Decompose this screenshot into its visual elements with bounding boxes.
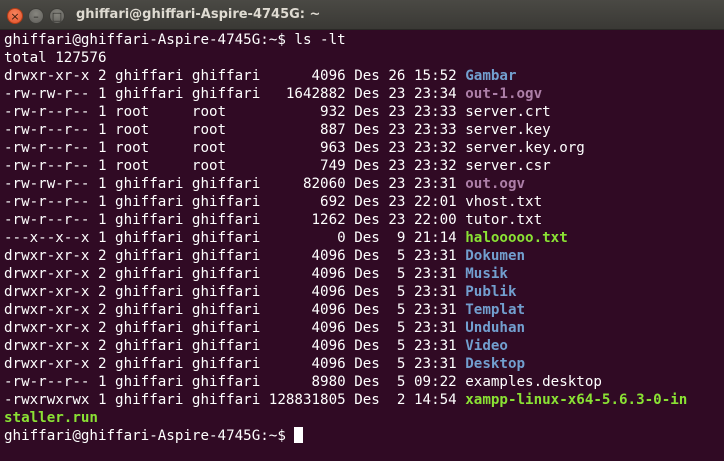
listing-row: drwxr-xr-x 2 ghiffari ghiffari 4096 Des … (4, 337, 724, 355)
file-name: Publik (465, 284, 517, 300)
file-info: -rw-r--r-- 1 root root 749 Des 23 23:32 (4, 158, 466, 174)
file-name: out.ogv (465, 176, 526, 192)
prompt: ghiffari@ghiffari-Aspire-4745G:~$ (4, 428, 295, 444)
file-info: drwxr-xr-x 2 ghiffari ghiffari 4096 Des … (4, 248, 466, 264)
file-info: drwxr-xr-x 2 ghiffari ghiffari 4096 Des … (4, 284, 466, 300)
file-name: Unduhan (465, 320, 526, 336)
file-info: -rw-r--r-- 1 ghiffari ghiffari 692 Des 2… (4, 194, 466, 210)
file-name: Musik (465, 266, 508, 282)
file-info: -rw-rw-r-- 1 ghiffari ghiffari 1642882 D… (4, 86, 466, 102)
file-info: drwxr-xr-x 2 ghiffari ghiffari 4096 Des … (4, 302, 466, 318)
terminal-output[interactable]: ghiffari@ghiffari-Aspire-4745G:~$ ls -lt… (4, 31, 724, 461)
file-name: xampp-linux-x64-5.6.3-0-in (465, 392, 688, 408)
text-cursor[interactable] (294, 427, 304, 443)
command-line: ghiffari@ghiffari-Aspire-4745G:~$ ls -lt (4, 32, 346, 48)
listing-row: -rw-r--r-- 1 ghiffari ghiffari 1262 Des … (4, 211, 724, 229)
listing-row: -rw-rw-r-- 1 ghiffari ghiffari 1642882 D… (4, 85, 724, 103)
file-name: server.crt (465, 104, 551, 120)
minimize-icon: – (33, 9, 39, 23)
prompt-line: ghiffari@ghiffari-Aspire-4745G:~$ (4, 427, 724, 445)
file-name: server.csr (465, 158, 551, 174)
listing-row: drwxr-xr-x 2 ghiffari ghiffari 4096 Des … (4, 301, 724, 319)
listing-row: -rw-rw-r-- 1 ghiffari ghiffari 82060 Des… (4, 175, 724, 193)
file-info: -rw-r--r-- 1 root root 887 Des 23 23:33 (4, 122, 466, 138)
wrapped-filename: staller.run (4, 410, 98, 426)
listing-row: -rw-r--r-- 1 root root 963 Des 23 23:32 … (4, 139, 724, 157)
maximize-button[interactable]: □ (49, 8, 65, 24)
listing-row: drwxr-xr-x 2 ghiffari ghiffari 4096 Des … (4, 67, 724, 85)
listing-row: ---x--x--x 1 ghiffari ghiffari 0 Des 9 2… (4, 229, 724, 247)
listing-row: -rwxrwxrwx 1 ghiffari ghiffari 128831805… (4, 391, 724, 409)
file-info: ---x--x--x 1 ghiffari ghiffari 0 Des 9 2… (4, 230, 466, 246)
total-line: total 127576 (4, 50, 107, 66)
file-info: drwxr-xr-x 2 ghiffari ghiffari 4096 Des … (4, 266, 466, 282)
listing-row: -rw-r--r-- 1 ghiffari ghiffari 692 Des 2… (4, 193, 724, 211)
file-name: Dokumen (465, 248, 526, 264)
window-title: ghiffari@ghiffari-Aspire-4745G: ~ (76, 7, 321, 22)
file-name: examples.desktop (465, 374, 602, 390)
listing-row: drwxr-xr-x 2 ghiffari ghiffari 4096 Des … (4, 355, 724, 373)
listing-row: -rw-r--r-- 1 root root 749 Des 23 23:32 … (4, 157, 724, 175)
file-name: Templat (465, 302, 526, 318)
file-info: -rw-r--r-- 1 ghiffari ghiffari 8980 Des … (4, 374, 466, 390)
file-info: -rw-r--r-- 1 root root 963 Des 23 23:32 (4, 140, 466, 156)
close-button[interactable]: × (7, 8, 23, 24)
file-name: server.key (465, 122, 551, 138)
file-name: halooooo.txt (465, 230, 568, 246)
file-info: -rw-rw-r-- 1 ghiffari ghiffari 82060 Des… (4, 176, 466, 192)
listing-row: drwxr-xr-x 2 ghiffari ghiffari 4096 Des … (4, 319, 724, 337)
listing-row: drwxr-xr-x 2 ghiffari ghiffari 4096 Des … (4, 265, 724, 283)
listing-row: -rw-r--r-- 1 root root 887 Des 23 23:33 … (4, 121, 724, 139)
file-info: drwxr-xr-x 2 ghiffari ghiffari 4096 Des … (4, 68, 466, 84)
listing-row: -rw-r--r-- 1 root root 932 Des 23 23:33 … (4, 103, 724, 121)
terminal-window: × – □ ghiffari@ghiffari-Aspire-4745G: ~ … (0, 0, 724, 461)
maximize-icon: □ (51, 9, 63, 23)
file-info: drwxr-xr-x 2 ghiffari ghiffari 4096 Des … (4, 338, 466, 354)
close-icon: × (10, 9, 20, 23)
file-name: tutor.txt (465, 212, 543, 228)
file-info: -rwxrwxrwx 1 ghiffari ghiffari 128831805… (4, 392, 466, 408)
file-name: Desktop (465, 356, 526, 372)
file-name: Gambar (465, 68, 517, 84)
file-name: server.key.org (465, 140, 585, 156)
file-info: -rw-r--r-- 1 root root 932 Des 23 23:33 (4, 104, 466, 120)
file-info: drwxr-xr-x 2 ghiffari ghiffari 4096 Des … (4, 356, 466, 372)
file-name: out-1.ogv (465, 86, 543, 102)
listing-row: -rw-r--r-- 1 ghiffari ghiffari 8980 Des … (4, 373, 724, 391)
file-name: Video (465, 338, 508, 354)
listing-row: drwxr-xr-x 2 ghiffari ghiffari 4096 Des … (4, 283, 724, 301)
file-name: vhost.txt (465, 194, 543, 210)
listing-row: drwxr-xr-x 2 ghiffari ghiffari 4096 Des … (4, 247, 724, 265)
minimize-button[interactable]: – (28, 8, 44, 24)
listing: drwxr-xr-x 2 ghiffari ghiffari 4096 Des … (4, 67, 724, 409)
file-info: -rw-r--r-- 1 ghiffari ghiffari 1262 Des … (4, 212, 466, 228)
file-info: drwxr-xr-x 2 ghiffari ghiffari 4096 Des … (4, 320, 466, 336)
title-bar[interactable]: × – □ ghiffari@ghiffari-Aspire-4745G: ~ (0, 0, 724, 30)
